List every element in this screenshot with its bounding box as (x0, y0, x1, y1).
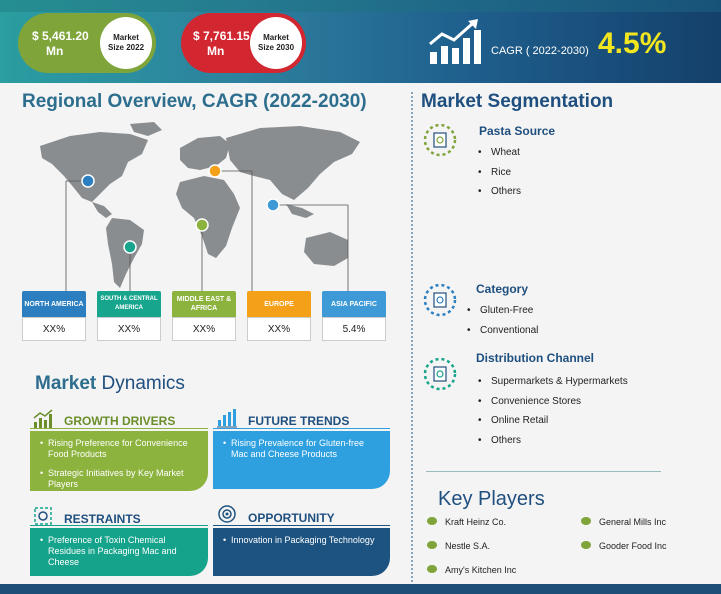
category-item: Gluten-Free (467, 305, 538, 325)
region-value: XX% (172, 317, 236, 341)
region-middle-east-africa: MIDDLE EAST & AFRICA XX% (172, 291, 236, 341)
growth-driver-item: Rising Preference for Convenience Food P… (40, 438, 200, 460)
market-size-2022-value: $ 5,461.20 Mn (32, 29, 89, 59)
market-size-2030-amount: $ 7,761.15 (193, 29, 250, 43)
restraints-card: Preference of Toxin Chemical Residues in… (30, 528, 208, 576)
market-size-2022-pill: $ 5,461.20 Mn Market Size 2022 (18, 13, 156, 73)
footer-bar (0, 584, 721, 594)
future-trends-title: FUTURE TRENDS (248, 414, 350, 428)
pasta-source-list: Wheat Rice Others (478, 147, 521, 206)
bullet-icon (427, 541, 437, 549)
market-size-2030-badge: Market Size 2030 (250, 17, 302, 69)
region-asia-pacific: ASIA PACIFIC 5.4% (322, 291, 386, 341)
restraints-icon (34, 507, 52, 525)
future-trends-line (213, 428, 390, 429)
pasta-source-item: Rice (478, 167, 521, 187)
distribution-item: Others (478, 435, 628, 455)
category-icon (423, 283, 457, 317)
distribution-channel-list: Supermarkets & Hypermarkets Convenience … (478, 376, 628, 454)
segmentation-divider (426, 471, 661, 472)
future-trend-item: Rising Prevalence for Gluten-free Mac an… (223, 438, 382, 460)
future-trends-card: Rising Prevalence for Gluten-free Mac an… (213, 431, 390, 489)
growth-drivers-title: GROWTH DRIVERS (64, 414, 176, 428)
category-item: Conventional (467, 325, 538, 345)
key-players-title: Key Players (438, 488, 545, 510)
market-dynamics-title-rest: Dynamics (96, 373, 185, 394)
category-title: Category (476, 282, 529, 296)
market-segmentation-title: Market Segmentation (421, 91, 614, 112)
section-divider (411, 92, 413, 582)
market-size-2030-unit: Mn (207, 44, 225, 58)
market-size-2030-pill: $ 7,761.15 Mn Market Size 2030 (181, 13, 306, 73)
market-size-2022-label: Market Size 2022 (107, 33, 145, 52)
pasta-source-icon (423, 123, 457, 157)
market-dynamics-title: Market Dynamics (35, 373, 185, 395)
key-player-name: Kraft Heinz Co. (445, 517, 507, 527)
restraints-title: RESTRAINTS (64, 512, 141, 526)
bullet-icon (427, 565, 437, 573)
market-size-2030-label: Market Size 2030 (257, 33, 295, 52)
restraints-line (30, 525, 208, 526)
bullet-icon (581, 517, 591, 525)
market-dynamics-title-bold: Market (35, 373, 97, 394)
key-player-name: Nestle S.A. (445, 541, 491, 551)
growth-drivers-line (30, 428, 208, 429)
growth-chart-icon (429, 19, 481, 64)
opportunity-line (213, 525, 390, 526)
region-value: 5.4% (322, 317, 386, 341)
distribution-item: Online Retail (478, 415, 628, 435)
key-player-name: General Mills Inc (599, 517, 667, 527)
pasta-source-title: Pasta Source (479, 124, 556, 138)
region-europe: EUROPE XX% (247, 291, 311, 341)
region-name: SOUTH & CENTRAL AMERICA (97, 291, 161, 317)
cagr-value: 4.5% (598, 27, 667, 60)
key-player-name: Gooder Food Inc (599, 541, 667, 551)
opportunity-card: Innovation in Packaging Technology (213, 528, 390, 576)
market-size-2022-unit: Mn (46, 44, 64, 58)
opportunity-target-icon (218, 505, 236, 523)
market-size-2022-amount: $ 5,461.20 (32, 29, 89, 43)
market-size-2030-value: $ 7,761.15 Mn (193, 29, 250, 59)
key-player-name: Amy's Kitchen Inc (445, 565, 517, 575)
restraint-item: Preference of Toxin Chemical Residues in… (40, 535, 200, 568)
world-map (40, 122, 360, 291)
region-name: MIDDLE EAST & AFRICA (172, 291, 236, 317)
regional-overview-title: Regional Overview, CAGR (2022-2030) (22, 91, 367, 112)
distribution-item: Convenience Stores (478, 396, 628, 416)
cagr-label: CAGR ( 2022-2030) (491, 45, 589, 57)
pasta-source-item: Others (478, 186, 521, 206)
future-trends-icon (217, 409, 237, 428)
distribution-channel-title: Distribution Channel (476, 351, 594, 365)
region-value: XX% (97, 317, 161, 341)
region-name: EUROPE (247, 291, 311, 317)
bullet-icon (581, 541, 591, 549)
growth-driver-item: Strategic Initiatives by Key Market Play… (40, 468, 200, 490)
opportunity-title: OPPORTUNITY (248, 511, 335, 525)
distribution-item: Supermarkets & Hypermarkets (478, 376, 628, 396)
region-value: XX% (22, 317, 86, 341)
growth-drivers-icon (33, 409, 53, 428)
bullet-icon (427, 517, 437, 525)
region-south-central-america: SOUTH & CENTRAL AMERICA XX% (97, 291, 161, 341)
market-size-2022-badge: Market Size 2022 (100, 17, 152, 69)
category-list: Gluten-Free Conventional (467, 305, 538, 344)
region-north-america: NORTH AMERICA XX% (22, 291, 86, 341)
pasta-source-item: Wheat (478, 147, 521, 167)
region-value: XX% (247, 317, 311, 341)
region-name: NORTH AMERICA (22, 291, 86, 317)
region-name: ASIA PACIFIC (322, 291, 386, 317)
header-banner: $ 5,461.20 Mn Market Size 2022 $ 7,761.1… (0, 0, 721, 83)
growth-drivers-card: Rising Preference for Convenience Food P… (30, 431, 208, 491)
opportunity-item: Innovation in Packaging Technology (223, 535, 382, 546)
distribution-channel-icon (423, 357, 457, 391)
